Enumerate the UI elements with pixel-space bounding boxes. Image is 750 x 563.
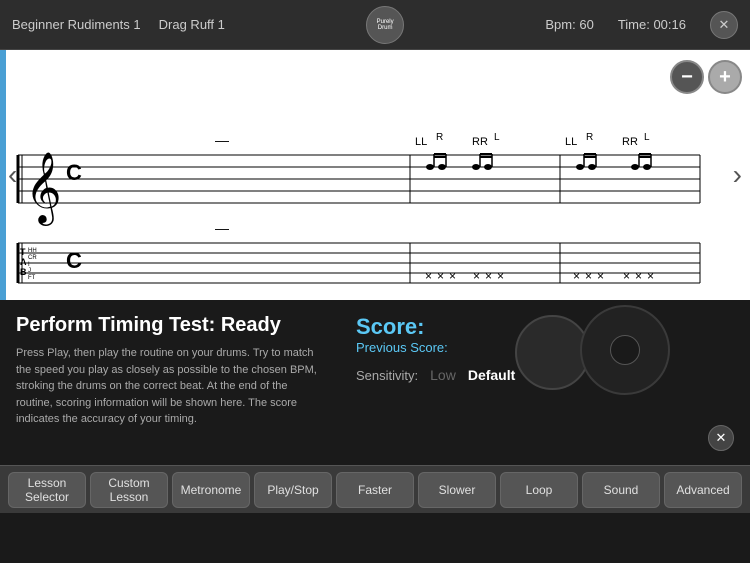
toolbar: Lesson Selector Custom Lesson Metronome … [0,465,750,513]
lesson-title: Beginner Rudiments 1 [12,17,141,32]
loop-button[interactable]: Loop [500,472,578,508]
time-display: Time: 00:16 [618,17,686,32]
svg-text:B: B [20,267,27,277]
svg-text:C: C [66,160,82,185]
bpm-display: Bpm: 60 [545,17,593,32]
close-bottom-icon: ✕ [716,430,727,446]
nav-right-button[interactable]: › [729,159,746,191]
svg-text:R: R [586,132,593,143]
svg-text:×: × [635,269,642,283]
nav-left-button[interactable]: ‹ [4,159,21,191]
svg-text:RR: RR [622,136,638,148]
svg-text:L: L [644,132,650,143]
svg-text:R: R [436,132,443,143]
svg-text:LL: LL [565,136,577,148]
timing-test-title: Perform Timing Test: Ready [16,314,326,337]
svg-text:T: T [20,247,26,257]
sheet-music-area: − + 𝄞 C T A B HH CR I J FT [0,50,750,300]
svg-text:×: × [485,269,492,283]
svg-text:×: × [425,269,432,283]
custom-lesson-button[interactable]: Custom Lesson [90,472,168,508]
top-bar: Beginner Rudiments 1 Drag Ruff 1 Purely … [0,0,750,50]
svg-text:CR: CR [28,255,37,261]
svg-text:—: — [215,132,229,148]
advanced-button[interactable]: Advanced [664,472,742,508]
svg-text:×: × [647,269,654,283]
lesson-selector-button[interactable]: Lesson Selector [8,472,86,508]
svg-text:×: × [597,269,604,283]
top-right-info: Bpm: 60 Time: 00:16 ✕ [545,11,738,39]
svg-text:C: C [66,248,82,273]
svg-text:×: × [449,269,456,283]
faster-button[interactable]: Faster [336,472,414,508]
svg-text:×: × [497,269,504,283]
timing-test-description: Press Play, then play the routine on you… [16,345,326,428]
close-bottom-button[interactable]: ✕ [708,425,734,451]
app-logo: Purely Drum [366,6,404,44]
close-icon: ✕ [719,17,730,33]
svg-text:FT: FT [28,275,36,281]
sensitivity-default[interactable]: Default [468,367,515,383]
sensitivity-label: Sensitivity: [356,368,418,383]
sound-button[interactable]: Sound [582,472,660,508]
svg-text:×: × [585,269,592,283]
exercise-title: Drag Ruff 1 [159,17,225,32]
top-close-button[interactable]: ✕ [710,11,738,39]
svg-text:J: J [28,268,31,274]
slower-button[interactable]: Slower [418,472,496,508]
svg-text:L: L [494,132,500,143]
sensitivity-low[interactable]: Low [430,367,456,383]
svg-text:RR: RR [472,136,488,148]
metronome-button[interactable]: Metronome [172,472,250,508]
svg-text:—: — [215,220,229,236]
sheet-svg: 𝄞 C T A B HH CR I J FT C — LL R RR L LL [0,50,750,300]
svg-text:×: × [473,269,480,283]
top-left-info: Beginner Rudiments 1 Drag Ruff 1 [12,17,225,32]
svg-text:×: × [437,269,444,283]
svg-text:×: × [573,269,580,283]
info-left-panel: Perform Timing Test: Ready Press Play, t… [16,314,326,455]
svg-text:LL: LL [415,136,427,148]
svg-text:HH: HH [28,248,37,254]
play-stop-button[interactable]: Play/Stop [254,472,332,508]
svg-text:×: × [623,269,630,283]
info-area: Perform Timing Test: Ready Press Play, t… [0,300,750,465]
logo-text: Purely Drum [377,19,394,31]
svg-text:𝄞: 𝄞 [25,152,62,226]
svg-text:A: A [20,257,27,267]
